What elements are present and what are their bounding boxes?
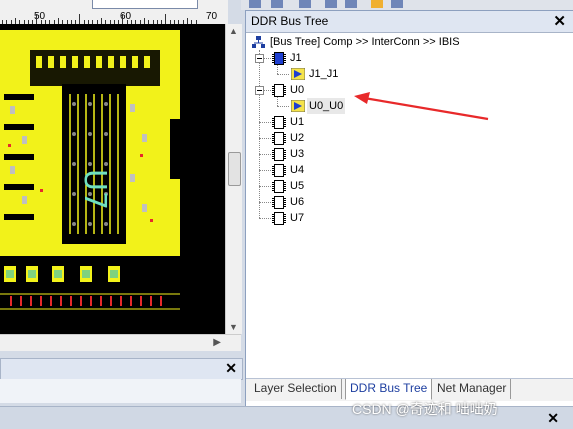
chip-icon: [272, 164, 286, 177]
close-icon[interactable]: ✕: [553, 12, 566, 30]
tab-layer-selection[interactable]: Layer Selection: [250, 379, 342, 399]
tree-node-label: U7: [290, 212, 305, 224]
tree-node-u6[interactable]: U6: [270, 194, 330, 210]
chip-icon: [272, 148, 286, 161]
close-icon[interactable]: ✕: [547, 410, 559, 427]
tree-node-u1[interactable]: U1: [270, 114, 330, 130]
pcb-canvas[interactable]: U7: [0, 24, 228, 334]
tree-node-label: U3: [290, 148, 305, 160]
tree-node-label: U0: [290, 84, 305, 96]
toolbar-field[interactable]: [92, 0, 198, 9]
toolbar-icon[interactable]: [271, 0, 283, 8]
pcb-layout-graphic: U7: [0, 24, 228, 334]
tab-ddr-bus-tree[interactable]: DDR Bus Tree: [345, 379, 433, 400]
ruler-tick: [36, 14, 38, 24]
tree-node-label: U5: [290, 180, 305, 192]
scroll-down-icon[interactable]: ▼: [229, 322, 238, 332]
toolbar-strip: [241, 0, 573, 10]
tree-node-label: U2: [290, 132, 305, 144]
chip-icon: [272, 132, 286, 145]
tree-node-label: U1: [290, 116, 305, 128]
close-icon[interactable]: ✕: [225, 360, 237, 377]
annotation-arrow: [354, 92, 489, 121]
tree-node-j1[interactable]: J1: [255, 50, 355, 66]
watermark-text: CSDN @奇迹和 咄咄奶: [352, 401, 498, 417]
horizontal-scrollbar[interactable]: ▶: [0, 334, 241, 351]
panel-titlebar: DDR Bus Tree ✕: [246, 11, 573, 33]
tree-node-label: U4: [290, 164, 305, 176]
scroll-up-icon[interactable]: ▲: [229, 26, 238, 36]
chip-blue-icon: [272, 52, 286, 65]
toolbar-icon[interactable]: [345, 0, 357, 8]
tab-net-manager[interactable]: Net Manager: [433, 379, 512, 399]
pin-model-icon: [291, 100, 305, 112]
tree-node-label: J1_J1: [309, 68, 339, 80]
tree-node-u4[interactable]: U4: [270, 162, 330, 178]
tree-node-label: U0_U0: [307, 98, 346, 114]
collapse-icon[interactable]: [255, 54, 264, 63]
tree-root[interactable]: [Bus Tree] Comp >> InterConn >> IBIS: [252, 34, 552, 50]
toolbar-icon[interactable]: [325, 0, 337, 8]
chip-icon: [272, 196, 286, 209]
chip-icon: [272, 212, 286, 225]
ruler-label: 70: [206, 11, 218, 22]
chip-icon: [272, 180, 286, 193]
tree-root-label: [Bus Tree] Comp >> InterConn >> IBIS: [270, 36, 460, 48]
tree-node-u0[interactable]: U0: [255, 82, 355, 98]
toolbar-icon[interactable]: [371, 0, 383, 8]
collapse-icon[interactable]: [255, 86, 264, 95]
tree-node-u7[interactable]: U7: [270, 210, 330, 226]
lower-panel-header: ✕: [0, 358, 243, 380]
bus-tree-icon: [252, 36, 265, 48]
tree-node-u3[interactable]: U3: [270, 146, 330, 162]
tree-node-label: U6: [290, 196, 305, 208]
toolbar-icon[interactable]: [249, 0, 261, 8]
pin-model-icon: [291, 68, 305, 80]
tree-node-label: J1: [290, 52, 302, 64]
lower-panel-body: [0, 379, 241, 403]
scroll-right-icon[interactable]: ▶: [213, 337, 221, 348]
tree-node-j1-j1[interactable]: J1_J1: [289, 66, 369, 82]
panel-tab-bar: Layer Selection DDR Bus Tree Net Manager: [246, 378, 573, 401]
chip-icon: [272, 84, 286, 97]
scroll-thumb[interactable]: [228, 152, 241, 186]
toolbar-icon[interactable]: [299, 0, 311, 8]
ruler-tick: [79, 14, 81, 24]
tree-node-u0-u0[interactable]: U0_U0: [289, 98, 346, 114]
ruler-tick: [122, 14, 124, 24]
silkscreen-label: U7: [77, 169, 112, 210]
chip-icon: [272, 116, 286, 129]
tree-node-u2[interactable]: U2: [270, 130, 330, 146]
panel-title: DDR Bus Tree: [251, 14, 329, 28]
tree-node-u5[interactable]: U5: [270, 178, 330, 194]
vertical-scrollbar[interactable]: ▲ ▼: [225, 24, 242, 334]
toolbar-icon[interactable]: [391, 0, 403, 8]
ruler-tick: [165, 14, 167, 24]
